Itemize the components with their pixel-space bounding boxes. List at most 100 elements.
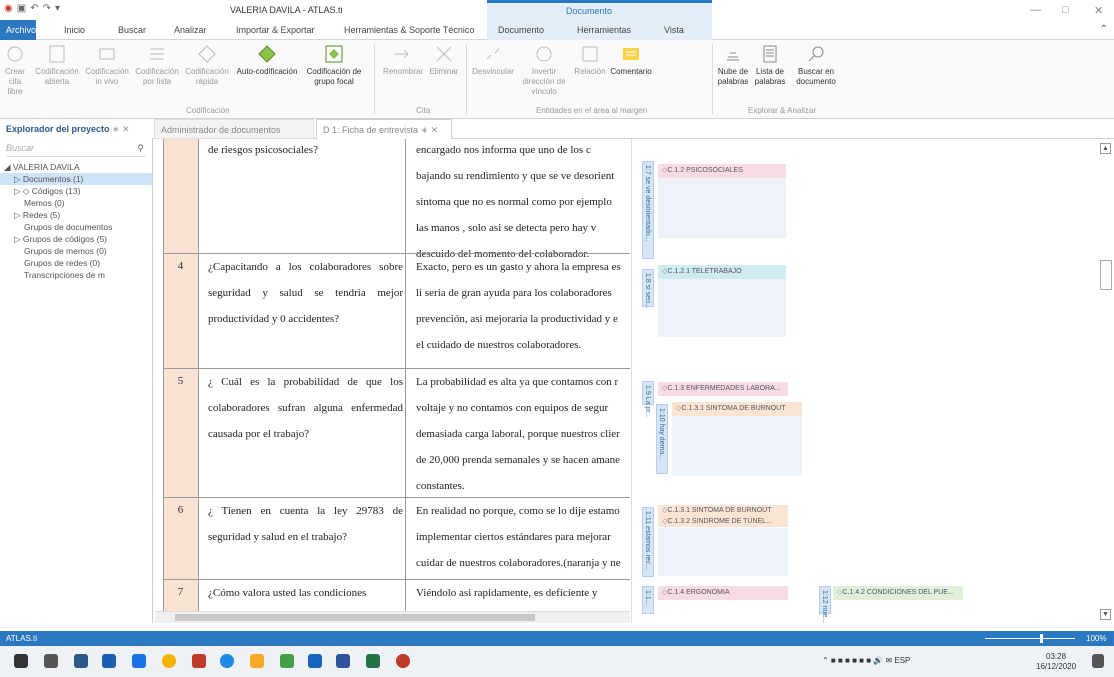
system-tray[interactable]: ⌃ ■ ■ ■ ■ ■ ■ 🔊 ✉ ESP: [822, 656, 910, 665]
tab-vista[interactable]: Vista: [664, 25, 684, 35]
eliminar-button[interactable]: Eliminar: [424, 44, 464, 77]
quote-bar[interactable]: 1:8 si seri...: [642, 269, 654, 309]
question-cell: ¿Capacitando a los colaboradores sobre s…: [208, 261, 403, 325]
nube-de-palabras-button[interactable]: Nube de palabras: [716, 44, 750, 87]
excel-icon[interactable]: [366, 654, 380, 668]
table-row: 7 ¿Cómo valora usted las condiciones Vié…: [163, 579, 630, 611]
relacion-button[interactable]: Relación: [572, 44, 608, 77]
project-search-input[interactable]: Buscar ⚲: [6, 143, 146, 157]
network-app-icon[interactable]: [74, 654, 88, 668]
tree-item-grupos-redes[interactable]: Grupos de redes (0): [0, 257, 152, 269]
word-icon[interactable]: [336, 654, 350, 668]
code-tag[interactable]: C.1.3.1 SINTOMA DE BURNOUT: [658, 505, 788, 516]
tab-archivo[interactable]: Archivo: [0, 20, 36, 40]
code-tag[interactable]: C.1.4.2 CONDICIONES DEL PUE...: [833, 586, 963, 600]
desvincular-button[interactable]: Desvincular: [470, 44, 516, 77]
atlas-icon[interactable]: [192, 654, 206, 668]
app-icon[interactable]: [280, 654, 294, 668]
tree-item-redes[interactable]: ▷ Redes (5): [0, 209, 152, 221]
atlas-ti-window: ◉ ▣ ↶ ↷ ▾ VALERIA DAVILA - ATLAS.ti Docu…: [0, 0, 1114, 677]
ribbon-separator: [466, 44, 467, 114]
codificacion-rapida-button[interactable]: Codificación rápida: [182, 44, 232, 87]
tree-item-grupos-codigos[interactable]: ▷ Grupos de códigos (5): [0, 233, 152, 245]
tab-administrador-documentos[interactable]: Administrador de documentos: [154, 119, 314, 139]
quote-bar[interactable]: 1:9 La pr...: [642, 381, 654, 418]
codificacion-por-lista-button[interactable]: Codificación por lista: [132, 44, 182, 87]
invertir-direccion-button[interactable]: Invertir dirección de vínculo: [516, 44, 572, 97]
rename-icon: [395, 49, 409, 59]
close-icon[interactable]: ✕: [1094, 4, 1103, 17]
scroll-thumb[interactable]: [175, 614, 535, 621]
scroll-thumb[interactable]: [1100, 260, 1112, 290]
save-icon[interactable]: ▣: [17, 3, 26, 14]
atlas-running-icon[interactable]: [396, 654, 410, 668]
quote-bar[interactable]: 1:12 nue...: [819, 586, 831, 623]
customize-icon[interactable]: ▾: [55, 3, 60, 14]
quote-bar[interactable]: 1:1...: [642, 586, 654, 614]
codificacion-abierta-button[interactable]: Codificación abierta: [32, 44, 82, 87]
tree-item-documentos[interactable]: ▷ Documentos (1): [0, 173, 152, 185]
group-label-entidades: Entidades en el área al margen: [536, 106, 648, 115]
horizontal-scrollbar[interactable]: [155, 611, 630, 623]
code-tag[interactable]: C.1.3.1 SINTOMA DE BURNOUT: [672, 402, 802, 416]
minimize-icon[interactable]: —: [1030, 4, 1041, 16]
scroll-down-icon[interactable]: ▼: [1100, 609, 1111, 620]
tree-item-grupos-memos[interactable]: Grupos de memos (0): [0, 245, 152, 257]
tab-herramientas[interactable]: Herramientas: [577, 25, 631, 35]
code-tag[interactable]: C.1.3 ENFERMEDADES LABORA...: [658, 382, 788, 396]
tree-item-memos[interactable]: Memos (0): [0, 197, 152, 209]
clock[interactable]: 03:28 16/12/2020: [1036, 652, 1076, 672]
margin-area[interactable]: 1:7 se ve desorientado... C.1.2 PSICOSOC…: [631, 139, 1098, 623]
tree-item-codigos[interactable]: ▷ ◇ Códigos (13): [0, 185, 152, 197]
scroll-up-icon[interactable]: ▲: [1100, 143, 1111, 154]
quote-bar[interactable]: 1:10 hay dema...: [656, 404, 668, 474]
buscar-en-documento-button[interactable]: Buscar en documento: [790, 44, 842, 87]
search-icon: [808, 46, 824, 62]
row-number: 5: [177, 375, 184, 387]
tab-documento[interactable]: Documento: [498, 25, 544, 35]
app-icon[interactable]: [308, 654, 322, 668]
tab-importar-exportar[interactable]: Importar & Exportar: [236, 25, 315, 35]
zoom-slider-handle[interactable]: [1040, 634, 1043, 643]
edge-icon[interactable]: [220, 654, 234, 668]
collapse-ribbon-icon[interactable]: ⌃: [1100, 24, 1108, 35]
tab-herramientas-soporte[interactable]: Herramientas & Soporte Técnico: [344, 25, 474, 35]
code-tag[interactable]: C.1.3.2 SINDROME DE TÚNEL...: [658, 516, 788, 527]
tab-explorador-proyecto[interactable]: Explorador del proyecto ∗ ✕: [0, 119, 152, 139]
undo-icon[interactable]: ↶: [30, 3, 38, 14]
vertical-scrollbar[interactable]: ▲ ▼: [1098, 139, 1114, 623]
maximize-icon[interactable]: □: [1062, 4, 1069, 16]
quote-bar[interactable]: 1:7 se ve desorientado...: [642, 161, 654, 259]
task-view-icon[interactable]: [44, 654, 58, 668]
zoom-slider[interactable]: [985, 638, 1075, 639]
codificacion-grupo-focal-button[interactable]: Codificación de grupo focal: [302, 44, 366, 87]
tree-item-project[interactable]: ◢ VALERIA DAVILA: [0, 161, 152, 173]
tab-analizar[interactable]: Analizar: [174, 25, 207, 35]
code-tag[interactable]: C.1.4 ERGONOMIA: [658, 586, 788, 600]
lista-de-palabras-button[interactable]: Lista de palabras: [752, 44, 788, 87]
renombrar-button[interactable]: Renombrar: [380, 44, 426, 77]
quote-bar[interactable]: 1:11 estamos rec...: [642, 507, 654, 577]
tree-item-grupos-documentos[interactable]: Grupos de documentos: [0, 221, 152, 233]
comentario-button[interactable]: Comentario: [608, 44, 654, 77]
auto-codificacion-button[interactable]: Auto-codificación: [232, 44, 302, 77]
file-explorer-icon[interactable]: [250, 654, 264, 668]
store-icon[interactable]: [102, 654, 116, 668]
chrome-icon[interactable]: [162, 654, 176, 668]
redo-icon[interactable]: ↷: [43, 3, 51, 14]
comment-icon: [623, 48, 639, 60]
mail-icon[interactable]: [132, 654, 146, 668]
notifications-icon[interactable]: [1092, 654, 1104, 668]
code-tag[interactable]: C.1.2.1 TELETRABAJO: [658, 265, 786, 279]
code-tag[interactable]: C.1.2 PSICOSOCIALES: [658, 164, 786, 178]
tab-ficha-entrevista[interactable]: D 1: Ficha de entrevista ∗ ✕: [316, 119, 452, 139]
group-label-cita: Cita: [416, 106, 431, 115]
start-icon[interactable]: [14, 654, 28, 668]
tab-inicio[interactable]: Inicio: [64, 25, 85, 35]
answer-cell: Viéndolo asi rapidamente, es deficiente …: [416, 587, 598, 599]
tab-buscar[interactable]: Buscar: [118, 25, 146, 35]
document-viewer[interactable]: de riesgos psicosociales? encargado nos …: [155, 139, 630, 611]
tree-item-transcripciones[interactable]: Transcripciones de m: [0, 269, 152, 281]
codificacion-in-vivo-button[interactable]: Codificación in vivo: [82, 44, 132, 87]
crear-cita-button[interactable]: Crear cita libre: [2, 44, 28, 97]
